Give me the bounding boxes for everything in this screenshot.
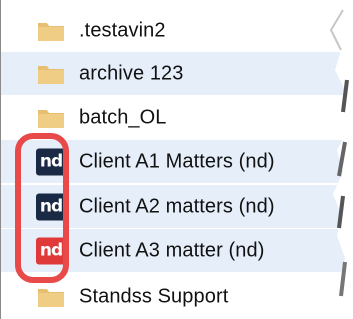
tree-item-testavin2[interactable]: .testavin2	[1, 9, 353, 52]
tree-item-batch-ol[interactable]: batch_OL	[1, 96, 353, 139]
tree-item-client-a1[interactable]: nd Client A1 Matters (nd)	[1, 140, 353, 183]
tree-item-label: Client A3 matter (nd)	[79, 239, 265, 261]
tree-item-client-a2[interactable]: nd Client A2 matters (nd)	[1, 185, 353, 228]
tree-item-standss-support[interactable]: Standss Support	[1, 275, 353, 318]
tree-item-label: batch_OL	[79, 106, 167, 128]
folder-icon	[38, 22, 64, 41]
nd-icon: nd	[36, 193, 66, 220]
tree-item-label: .testavin2	[79, 19, 166, 41]
nd-icon: nd	[36, 237, 66, 264]
folder-tree: .testavin2 archive 123 batch_OL nd Clien…	[0, 0, 353, 319]
tree-item-client-a3[interactable]: nd Client A3 matter (nd)	[1, 229, 353, 272]
folder-icon	[38, 65, 64, 84]
tree-item-label: Standss Support	[79, 285, 229, 307]
tree-item-label: Client A2 matters (nd)	[79, 195, 275, 217]
folder-icon	[38, 288, 64, 307]
tree-item-label: Client A1 Matters (nd)	[79, 150, 275, 172]
nd-icon: nd	[36, 148, 66, 175]
tree-item-archive-123[interactable]: archive 123	[1, 52, 353, 95]
folder-icon	[38, 109, 64, 128]
tree-item-label: archive 123	[79, 62, 184, 84]
